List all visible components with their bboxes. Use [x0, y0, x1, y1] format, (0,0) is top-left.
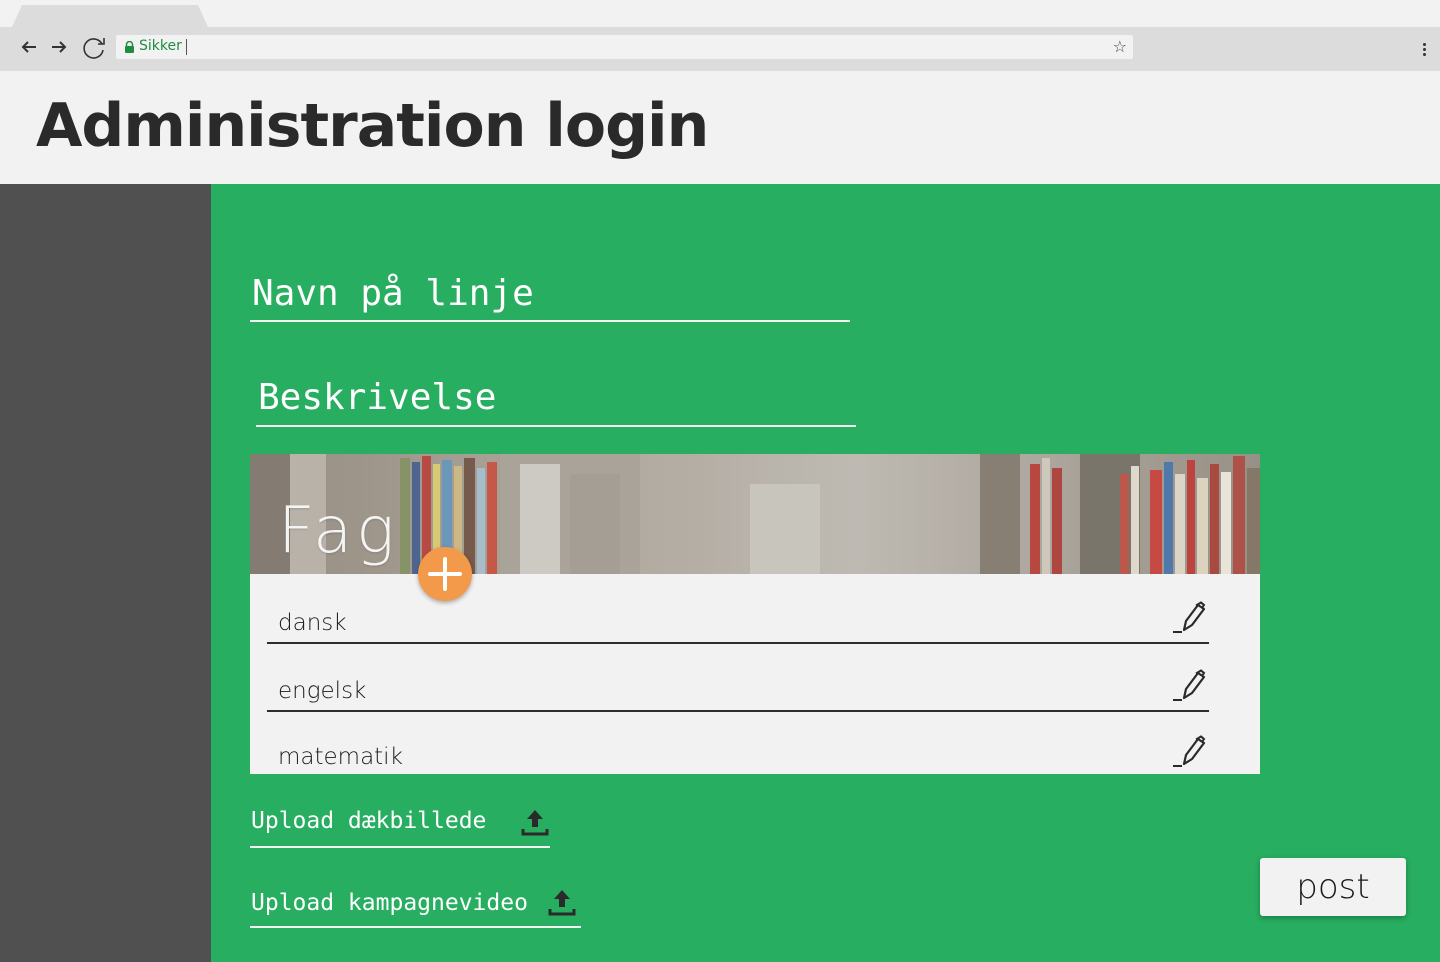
- subject-label: matematik: [278, 744, 403, 770]
- description-input[interactable]: [256, 370, 856, 425]
- address-bar[interactable]: Sikker ☆: [116, 35, 1133, 59]
- arrow-right-icon: [52, 41, 67, 53]
- fag-card: Fag dansk engelsk matematik: [250, 454, 1260, 774]
- subject-label: engelsk: [278, 678, 367, 704]
- fag-title: Fag: [278, 494, 399, 568]
- forward-button[interactable]: [47, 35, 71, 59]
- reload-icon: [83, 38, 105, 59]
- upload-icon: [548, 890, 576, 916]
- upload-video-label: Upload kampagnevideo: [251, 890, 528, 916]
- back-button[interactable]: [17, 35, 41, 59]
- lock-icon: [125, 41, 134, 53]
- post-button[interactable]: post: [1260, 858, 1406, 916]
- line-name-field: [250, 266, 850, 322]
- fag-banner-image: Fag: [250, 454, 1260, 574]
- star-icon[interactable]: ☆: [1113, 37, 1127, 56]
- subject-label: dansk: [278, 610, 347, 636]
- arrow-left-icon: [21, 41, 36, 53]
- page-title: Administration login: [36, 91, 709, 161]
- description-field: [256, 370, 856, 427]
- more-vert-icon[interactable]: [1416, 37, 1432, 61]
- subject-row-engelsk[interactable]: engelsk: [267, 660, 1209, 712]
- plus-icon: [428, 557, 462, 591]
- url-text[interactable]: [186, 39, 187, 55]
- security-label: Sikker: [139, 38, 182, 54]
- pencil-icon[interactable]: [1173, 668, 1209, 704]
- upload-cover-image-button[interactable]: Upload dækbillede: [250, 802, 550, 848]
- bookshelf-image: [250, 454, 1260, 574]
- subject-row-matematik[interactable]: matematik: [267, 724, 1209, 776]
- line-name-input[interactable]: [250, 266, 850, 320]
- sidebar: [0, 184, 211, 962]
- page-header: Administration login: [0, 71, 1440, 184]
- pencil-icon[interactable]: [1173, 734, 1209, 770]
- add-subject-button[interactable]: [418, 547, 472, 601]
- browser-tabstrip: [0, 0, 1440, 27]
- main-form-area: Fag dansk engelsk matematik: [211, 184, 1440, 962]
- upload-cover-label: Upload dækbillede: [251, 808, 487, 834]
- browser-tab[interactable]: [12, 5, 208, 27]
- reload-button[interactable]: [80, 34, 108, 62]
- pencil-icon[interactable]: [1173, 600, 1209, 636]
- browser-toolbar: Sikker ☆: [0, 27, 1440, 71]
- subject-row-dansk[interactable]: dansk: [267, 592, 1209, 644]
- upload-campaign-video-button[interactable]: Upload kampagnevideo: [250, 884, 581, 928]
- upload-icon: [521, 810, 549, 836]
